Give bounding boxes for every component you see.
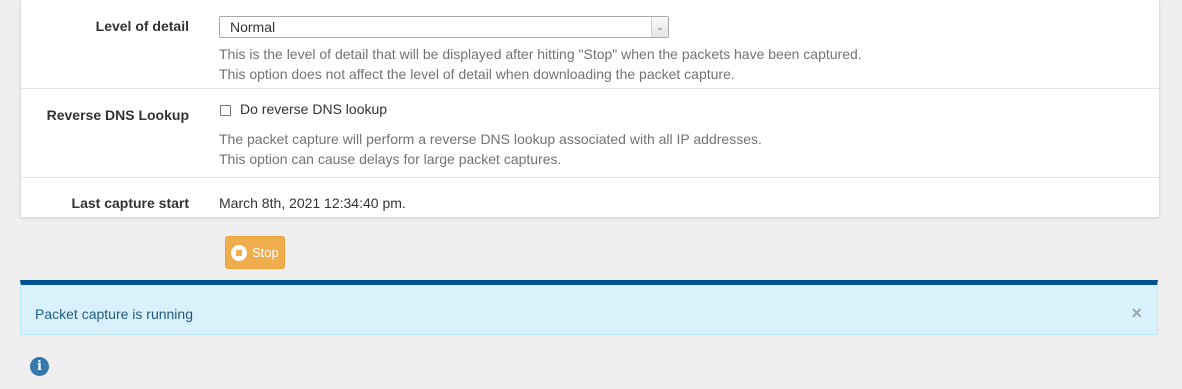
stop-button[interactable]: Stop xyxy=(225,236,285,269)
reverse-dns-label: Reverse DNS Lookup xyxy=(46,107,189,123)
reverse-dns-help-2: This option can cause delays for large p… xyxy=(219,151,562,167)
last-capture-row: Last capture start March 8th, 2021 12:34… xyxy=(21,178,1159,217)
stop-button-label: Stop xyxy=(252,245,279,260)
level-of-detail-label: Level of detail xyxy=(95,18,189,34)
capture-running-alert: Packet capture is running × xyxy=(20,280,1158,335)
alert-message: Packet capture is running xyxy=(35,306,193,322)
capture-options-panel: Level of detail Normal ⌄ This is the lev… xyxy=(20,0,1160,218)
reverse-dns-checkbox-label[interactable]: Do reverse DNS lookup xyxy=(240,101,387,117)
level-of-detail-selected-value: Normal xyxy=(230,19,276,35)
level-of-detail-help-2: This option does not affect the level of… xyxy=(219,66,735,82)
level-of-detail-help-1: This is the level of detail that will be… xyxy=(219,46,862,62)
last-capture-label: Last capture start xyxy=(71,195,189,211)
chevron-down-icon: ⌄ xyxy=(651,17,668,37)
reverse-dns-row: Reverse DNS Lookup Do reverse DNS lookup… xyxy=(21,89,1159,178)
close-icon[interactable]: × xyxy=(1131,303,1142,323)
stop-icon xyxy=(231,245,247,261)
info-icon[interactable]: i xyxy=(30,357,49,376)
reverse-dns-help-1: The packet capture will perform a revers… xyxy=(219,131,762,147)
last-capture-value: March 8th, 2021 12:34:40 pm. xyxy=(219,195,406,211)
level-of-detail-row: Level of detail Normal ⌄ This is the lev… xyxy=(21,0,1159,89)
level-of-detail-select[interactable]: Normal ⌄ xyxy=(219,16,669,38)
reverse-dns-checkbox[interactable] xyxy=(220,105,231,116)
